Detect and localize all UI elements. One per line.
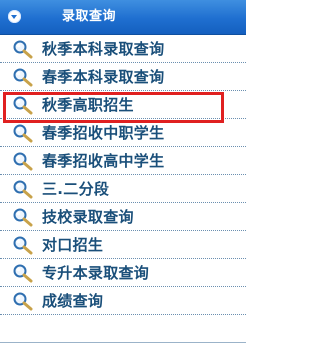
menu-item-label: 成绩查询 bbox=[42, 291, 104, 310]
panel-header[interactable]: 录取查询 bbox=[0, 0, 246, 35]
menu-item-spring-high-school[interactable]: 春季招收高中学生 bbox=[0, 147, 246, 175]
menu-item-spring-undergrad[interactable]: 春季本科录取查询 bbox=[0, 63, 246, 91]
panel-title: 录取查询 bbox=[62, 9, 117, 24]
menu-item-label: 秋季本科录取查询 bbox=[42, 39, 165, 58]
menu-item-label: 对口招生 bbox=[42, 235, 104, 254]
magnifier-icon bbox=[12, 39, 36, 59]
magnifier-icon bbox=[12, 95, 36, 115]
menu-item-label: 秋季高职招生 bbox=[42, 95, 134, 114]
divider bbox=[0, 342, 246, 343]
magnifier-icon bbox=[12, 123, 36, 143]
magnifier-icon bbox=[12, 67, 36, 87]
menu-item-label: 三.二分段 bbox=[42, 179, 110, 198]
menu-item-counterpart-enrollment[interactable]: 对口招生 bbox=[0, 231, 246, 259]
magnifier-icon bbox=[12, 207, 36, 227]
query-menu-list: 秋季本科录取查询 春季本科录取查询 秋季高职招生 春季招收中职学生 春季招收高中… bbox=[0, 35, 246, 315]
chevron-down-icon[interactable] bbox=[8, 10, 21, 23]
menu-item-label: 技校录取查询 bbox=[42, 207, 134, 226]
menu-item-score-query[interactable]: 成绩查询 bbox=[0, 287, 246, 315]
magnifier-icon bbox=[12, 291, 36, 311]
magnifier-icon bbox=[12, 263, 36, 283]
menu-item-spring-secondary-vocational[interactable]: 春季招收中职学生 bbox=[0, 119, 246, 147]
menu-item-autumn-undergrad[interactable]: 秋季本科录取查询 bbox=[0, 35, 246, 63]
menu-item-autumn-vocational[interactable]: 秋季高职招生 bbox=[0, 91, 246, 119]
menu-item-label: 春季招收中职学生 bbox=[42, 123, 165, 142]
magnifier-icon bbox=[12, 151, 36, 171]
magnifier-icon bbox=[12, 179, 36, 199]
menu-item-three-two-segment[interactable]: 三.二分段 bbox=[0, 175, 246, 203]
menu-item-label: 春季本科录取查询 bbox=[42, 67, 165, 86]
admission-query-panel: 录取查询 秋季本科录取查询 春季本科录取查询 秋季高职招生 春季招收中职学生 春… bbox=[0, 0, 252, 350]
menu-item-label: 专升本录取查询 bbox=[42, 263, 150, 282]
menu-item-label: 春季招收高中学生 bbox=[42, 151, 165, 170]
menu-item-technical-school[interactable]: 技校录取查询 bbox=[0, 203, 246, 231]
menu-item-upgrade-undergrad[interactable]: 专升本录取查询 bbox=[0, 259, 246, 287]
magnifier-icon bbox=[12, 235, 36, 255]
